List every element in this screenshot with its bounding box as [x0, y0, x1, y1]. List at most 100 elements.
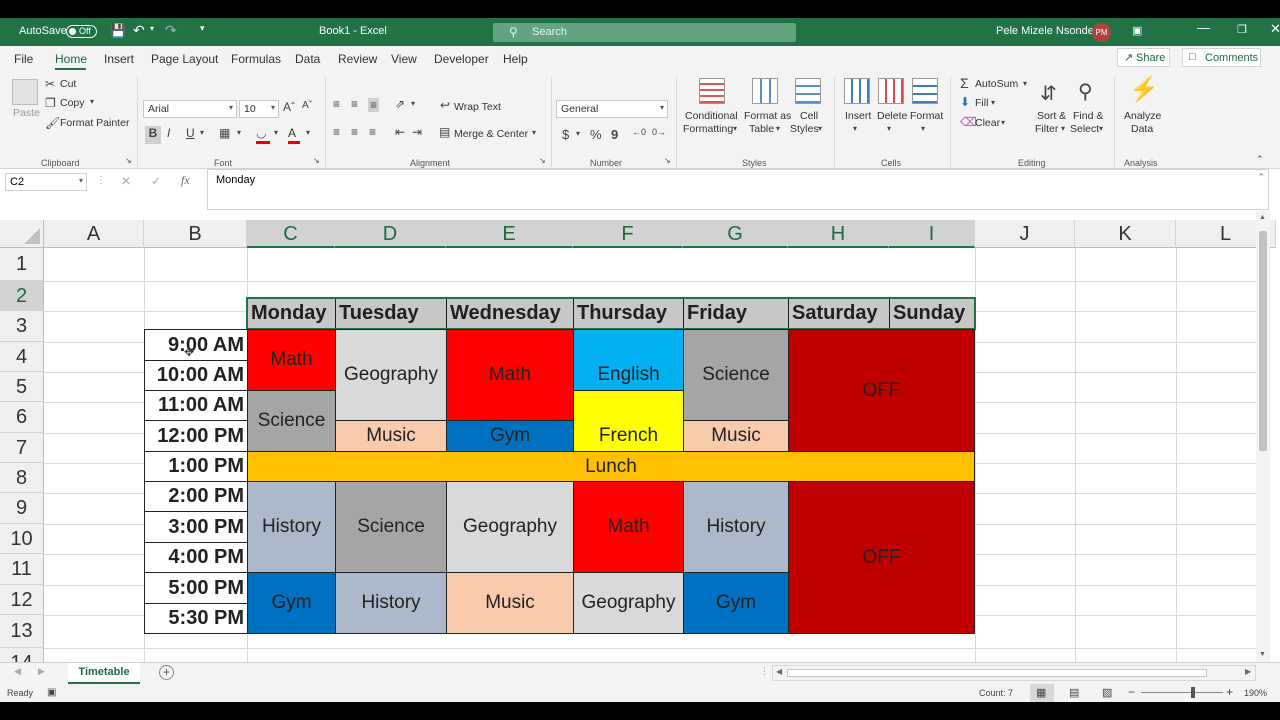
clear-button[interactable]: Clear [975, 117, 1000, 129]
conditional-formatting-icon[interactable] [699, 78, 725, 104]
vertical-scrollbar[interactable]: ▲ ▼ [1256, 211, 1270, 662]
tab-home[interactable]: Home [55, 52, 87, 66]
tab-data[interactable]: Data [295, 52, 320, 66]
day-header-tuesday[interactable]: Tuesday [335, 298, 447, 329]
conditional-formatting-label-1[interactable]: Conditional [685, 110, 738, 122]
lesson-cell[interactable]: French [573, 390, 684, 452]
column-header-d[interactable]: D [335, 220, 446, 248]
more-options-icon[interactable]: ⋮ [96, 175, 106, 186]
conditional-formatting-label-2[interactable]: Formatting [683, 123, 733, 135]
row-header-11[interactable]: 11 [0, 554, 44, 585]
tab-formulas[interactable]: Formulas [231, 52, 281, 66]
cut-icon[interactable]: ✂ [45, 77, 55, 91]
user-name[interactable]: Pele Mizele Nsonde [996, 25, 1094, 37]
column-header-c[interactable]: C [247, 220, 335, 248]
lesson-cell[interactable]: Science [683, 329, 789, 421]
insert-function-icon[interactable]: fx [181, 173, 190, 188]
undo-icon[interactable]: ↶ [133, 22, 145, 39]
wrap-text-button[interactable]: Wrap Text [454, 101, 501, 113]
lightning-icon[interactable]: ⚡ [1129, 75, 1159, 104]
splitter-icon[interactable]: ⋮ [760, 666, 769, 677]
underline-dropdown-icon[interactable]: ▾ [200, 128, 204, 137]
row-header-9[interactable]: 9 [0, 493, 44, 524]
horizontal-scroll-thumb[interactable] [787, 669, 1207, 677]
lesson-cell[interactable]: Science [247, 390, 336, 452]
zoom-slider-thumb[interactable] [1191, 687, 1195, 698]
tab-help[interactable]: Help [503, 52, 528, 66]
time-cell[interactable]: 11:00 AM [144, 390, 248, 421]
copy-icon[interactable]: ❐ [45, 96, 56, 110]
page-break-view-icon[interactable]: ▧ [1102, 686, 1112, 699]
row-header-6[interactable]: 6 [0, 402, 44, 433]
tab-developer[interactable]: Developer [434, 52, 489, 66]
row-header-10[interactable]: 10 [0, 524, 44, 554]
decrease-decimal-icon[interactable]: 0→ [652, 127, 666, 137]
autosum-button[interactable]: AutoSum [975, 78, 1018, 90]
row-header-4[interactable]: 4 [0, 342, 44, 372]
sort-filter-label-1[interactable]: Sort & [1037, 110, 1066, 122]
day-header-wednesday[interactable]: Wednesday [446, 298, 574, 329]
lesson-cell[interactable]: Science [335, 481, 447, 573]
zoom-slider[interactable] [1141, 692, 1223, 693]
lesson-cell[interactable]: History [683, 481, 789, 573]
decrease-font-icon[interactable]: Aˇ [302, 100, 312, 111]
currency-dropdown-icon[interactable]: ▾ [576, 129, 580, 138]
paste-label[interactable]: Paste [13, 107, 40, 119]
font-launcher-icon[interactable]: ↘ [313, 156, 320, 165]
worksheet-grid[interactable]: A B C D E F G H I J K L 1 2 3 4 5 6 7 8 … [0, 211, 1280, 662]
lesson-cell[interactable]: Math [573, 481, 684, 573]
collapse-ribbon-icon[interactable]: ⌃ [1256, 154, 1264, 165]
chevron-down-icon[interactable]: ▾ [1001, 118, 1005, 127]
row-header-1[interactable]: 1 [0, 248, 44, 281]
tab-file[interactable]: File [14, 52, 33, 66]
redo-icon[interactable]: ↷ [165, 22, 177, 39]
format-as-table-label-1[interactable]: Format as [744, 110, 791, 122]
tab-review[interactable]: Review [338, 52, 377, 66]
row-header-7[interactable]: 7 [0, 433, 44, 463]
chevron-down-icon[interactable]: ▾ [887, 124, 891, 133]
expand-formula-bar-icon[interactable]: ⌃ [1257, 172, 1265, 183]
align-top-icon[interactable]: ≡ [333, 97, 340, 111]
column-header-f[interactable]: F [573, 220, 683, 248]
fill-icon[interactable]: ⬇ [960, 95, 970, 109]
cell-styles-label-2[interactable]: Styles [790, 123, 819, 135]
day-off-cell[interactable]: OFF [788, 481, 975, 634]
italic-button[interactable]: I [167, 126, 170, 140]
column-header-a[interactable]: A [44, 220, 144, 248]
chevron-down-icon[interactable]: ▾ [776, 124, 780, 133]
ribbon-display-options-icon[interactable]: ▣ [1132, 24, 1142, 37]
align-center-icon[interactable]: ≡ [351, 125, 358, 139]
minimize-icon[interactable]: — [1197, 20, 1210, 35]
scroll-right-icon[interactable]: ▶ [1245, 667, 1251, 676]
delete-cells-button[interactable]: Delete [877, 110, 907, 122]
orientation-icon[interactable]: ⇗ [395, 97, 405, 111]
row-header-12[interactable]: 12 [0, 585, 44, 615]
number-launcher-icon[interactable]: ↘ [664, 156, 671, 165]
tab-insert[interactable]: Insert [104, 52, 134, 66]
magnifier-icon[interactable]: ⚲ [1078, 79, 1093, 104]
lesson-cell[interactable]: Music [683, 420, 789, 452]
time-cell[interactable]: 12:00 PM [144, 420, 248, 452]
delete-cells-icon[interactable] [878, 78, 904, 104]
align-left-icon[interactable]: ≡ [333, 125, 340, 139]
scroll-left-icon[interactable]: ◀ [776, 667, 782, 676]
merge-center-icon[interactable]: ▤ [439, 125, 450, 139]
lesson-cell[interactable]: Gym [247, 572, 336, 634]
row-header-2[interactable]: 2 [0, 281, 44, 311]
enter-icon[interactable]: ✓ [151, 174, 161, 188]
chevron-down-icon[interactable]: ▾ [1061, 124, 1065, 133]
lesson-cell[interactable]: History [335, 572, 447, 634]
format-as-table-label-2[interactable]: Table [749, 123, 774, 135]
currency-button[interactable]: $ [562, 127, 569, 142]
copy-button[interactable]: Copy [60, 97, 85, 109]
column-header-k[interactable]: K [1075, 220, 1176, 248]
find-select-label-1[interactable]: Find & [1073, 110, 1103, 122]
sort-filter-label-2[interactable]: Filter [1035, 123, 1058, 135]
share-button[interactable]: ↗ Share [1117, 48, 1170, 67]
lesson-cell[interactable]: Gym [683, 572, 789, 634]
formula-input[interactable]: Monday ⌃ [207, 169, 1269, 210]
zoom-in-icon[interactable]: + [1226, 685, 1233, 699]
day-header-thursday[interactable]: Thursday [573, 298, 684, 329]
align-middle-icon[interactable]: ≡ [351, 97, 358, 111]
name-box[interactable]: C2 ▾ [5, 173, 87, 191]
